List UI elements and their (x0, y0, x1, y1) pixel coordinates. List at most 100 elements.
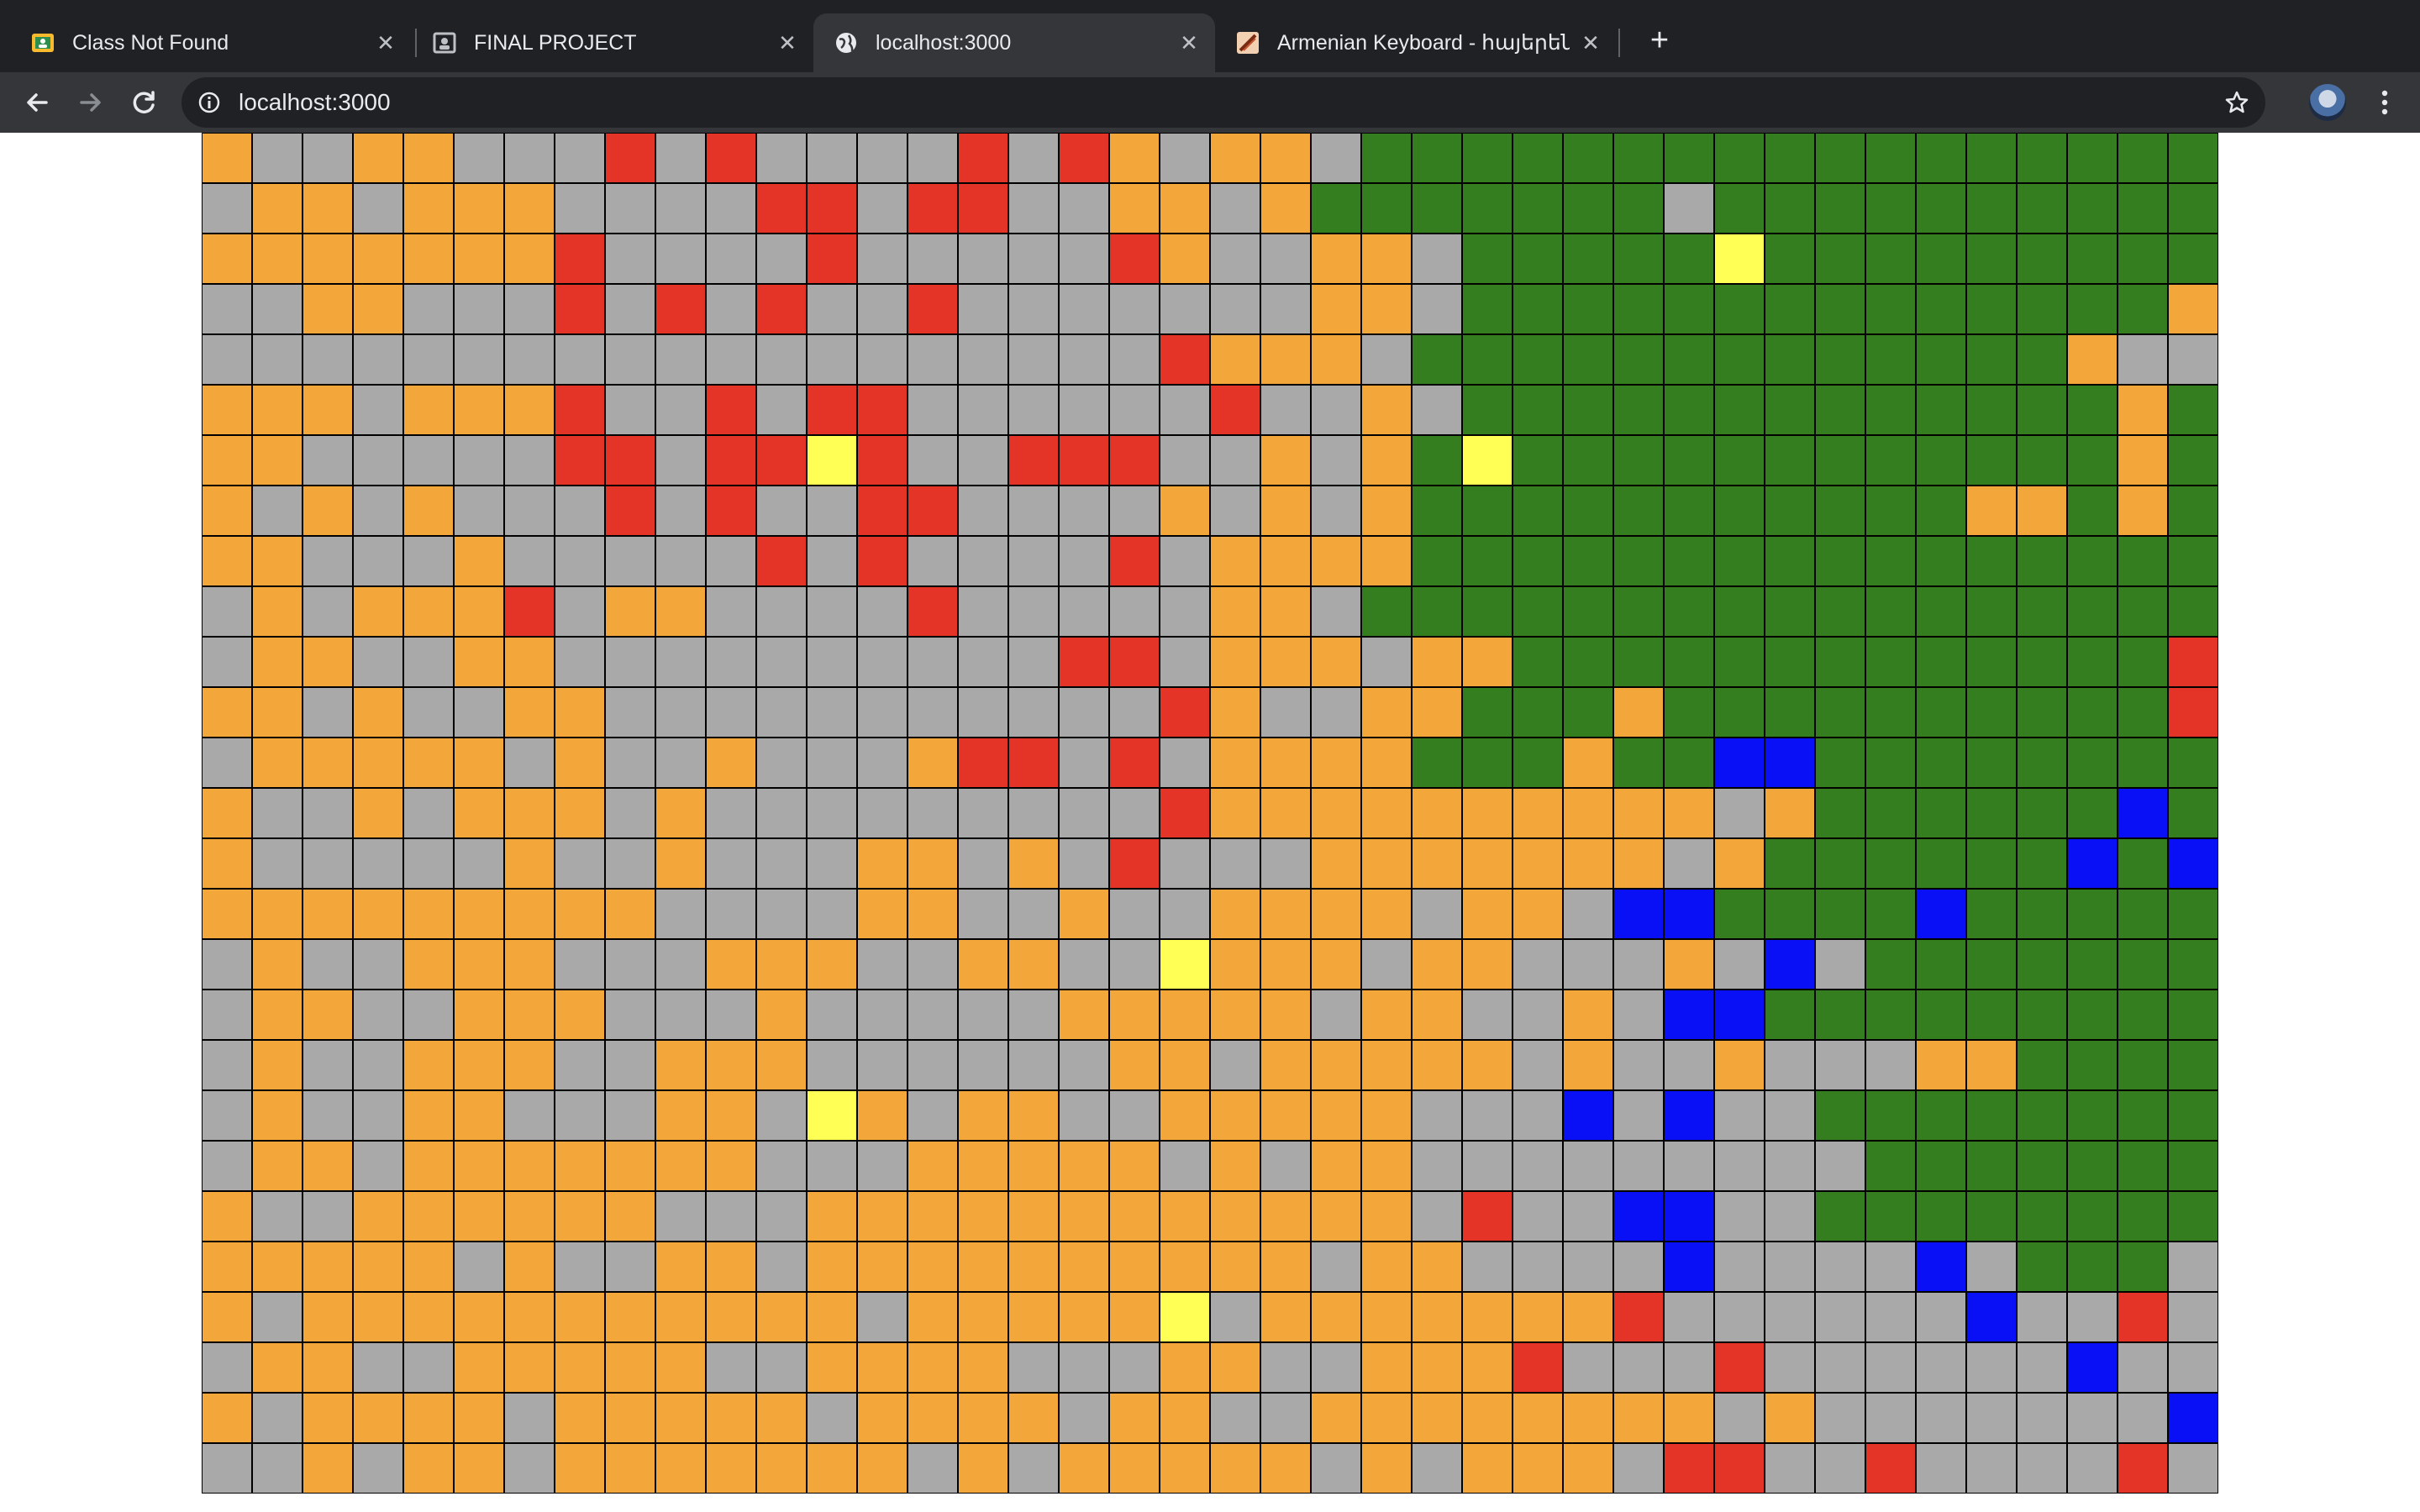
grid-cell-gray[interactable] (1160, 284, 1210, 334)
grid-cell-gray[interactable] (605, 788, 655, 838)
grid-cell-gray[interactable] (1462, 990, 1512, 1040)
grid-cell-orange[interactable] (807, 1242, 857, 1292)
grid-cell-gray[interactable] (1765, 1040, 1815, 1090)
grid-cell-gray[interactable] (1714, 1141, 1765, 1191)
grid-cell-red[interactable] (908, 183, 958, 234)
grid-cell-orange[interactable] (1966, 1040, 2017, 1090)
grid-cell-gray[interactable] (1865, 1393, 1916, 1443)
grid-cell-gray[interactable] (1664, 1141, 1714, 1191)
grid-cell-orange[interactable] (454, 183, 504, 234)
grid-cell-gray[interactable] (2168, 1292, 2218, 1342)
grid-cell-green[interactable] (2067, 486, 2118, 536)
grid-cell-red[interactable] (908, 586, 958, 637)
grid-cell-gray[interactable] (2118, 1393, 2168, 1443)
grid-cell-red[interactable] (857, 536, 908, 586)
grid-cell-gray[interactable] (252, 1292, 302, 1342)
grid-cell-green[interactable] (1865, 687, 1916, 738)
grid-cell-green[interactable] (1462, 385, 1512, 435)
grid-cell-orange[interactable] (1210, 1242, 1260, 1292)
grid-cell-green[interactable] (1916, 133, 1966, 183)
grid-cell-red[interactable] (807, 234, 857, 284)
grid-cell-green[interactable] (2017, 788, 2067, 838)
grid-cell-orange[interactable] (302, 1443, 353, 1494)
grid-cell-gray[interactable] (1109, 788, 1160, 838)
grid-cell-gray[interactable] (454, 435, 504, 486)
grid-cell-orange[interactable] (202, 486, 252, 536)
grid-cell-green[interactable] (1865, 1191, 1916, 1242)
grid-cell-gray[interactable] (1613, 1040, 1664, 1090)
grid-cell-gray[interactable] (1059, 1040, 1109, 1090)
grid-cell-orange[interactable] (1260, 889, 1311, 939)
grid-cell-green[interactable] (1765, 536, 1815, 586)
grid-cell-green[interactable] (1512, 234, 1563, 284)
grid-cell-gray[interactable] (1865, 1040, 1916, 1090)
grid-cell-gray[interactable] (958, 990, 1008, 1040)
grid-cell-gray[interactable] (756, 889, 807, 939)
grid-cell-orange[interactable] (857, 1342, 908, 1393)
grid-cell-orange[interactable] (454, 385, 504, 435)
grid-cell-orange[interactable] (504, 1040, 555, 1090)
grid-cell-gray[interactable] (403, 334, 454, 385)
grid-cell-orange[interactable] (202, 1191, 252, 1242)
grid-cell-green[interactable] (1462, 586, 1512, 637)
grid-cell-gray[interactable] (908, 1040, 958, 1090)
grid-cell-gray[interactable] (555, 939, 605, 990)
grid-cell-green[interactable] (2017, 586, 2067, 637)
grid-cell-green[interactable] (1815, 133, 1865, 183)
grid-cell-orange[interactable] (605, 1342, 655, 1393)
grid-cell-green[interactable] (2067, 990, 2118, 1040)
grid-cell-yellow[interactable] (1462, 435, 1512, 486)
grid-cell-orange[interactable] (202, 133, 252, 183)
grid-cell-gray[interactable] (1260, 1141, 1311, 1191)
grid-cell-red[interactable] (807, 183, 857, 234)
grid-cell-gray[interactable] (958, 788, 1008, 838)
grid-cell-green[interactable] (1865, 939, 1916, 990)
grid-cell-gray[interactable] (1966, 1242, 2017, 1292)
grid-cell-gray[interactable] (1210, 435, 1260, 486)
grid-cell-green[interactable] (2168, 234, 2218, 284)
grid-cell-green[interactable] (2017, 385, 2067, 435)
grid-cell-green[interactable] (1664, 536, 1714, 586)
grid-cell-green[interactable] (2017, 990, 2067, 1040)
close-tab-icon[interactable]: ✕ (373, 30, 398, 55)
grid-cell-green[interactable] (1714, 486, 1765, 536)
grid-cell-gray[interactable] (1008, 586, 1059, 637)
grid-cell-green[interactable] (1563, 183, 1613, 234)
grid-cell-gray[interactable] (857, 990, 908, 1040)
grid-cell-orange[interactable] (1462, 1040, 1512, 1090)
grid-cell-orange[interactable] (807, 939, 857, 990)
grid-cell-orange[interactable] (353, 1292, 403, 1342)
grid-cell-gray[interactable] (1160, 738, 1210, 788)
grid-cell-green[interactable] (2017, 284, 2067, 334)
grid-cell-green[interactable] (1916, 1191, 1966, 1242)
grid-cell-gray[interactable] (756, 788, 807, 838)
grid-cell-green[interactable] (1966, 637, 2017, 687)
grid-cell-gray[interactable] (2017, 1443, 2067, 1494)
grid-cell-green[interactable] (1412, 486, 1462, 536)
grid-cell-gray[interactable] (958, 838, 1008, 889)
grid-cell-green[interactable] (2168, 1040, 2218, 1090)
grid-cell-green[interactable] (1765, 385, 1815, 435)
grid-cell-gray[interactable] (1311, 435, 1361, 486)
grid-cell-red[interactable] (1664, 1443, 1714, 1494)
grid-cell-orange[interactable] (504, 838, 555, 889)
grid-cell-orange[interactable] (1714, 838, 1765, 889)
grid-cell-gray[interactable] (302, 334, 353, 385)
grid-cell-blue[interactable] (2168, 838, 2218, 889)
grid-cell-orange[interactable] (2118, 385, 2168, 435)
grid-cell-green[interactable] (1563, 385, 1613, 435)
grid-cell-gray[interactable] (1059, 1090, 1109, 1141)
grid-cell-orange[interactable] (1563, 1292, 1613, 1342)
grid-cell-gray[interactable] (655, 385, 706, 435)
grid-cell-gray[interactable] (1109, 486, 1160, 536)
grid-cell-orange[interactable] (202, 234, 252, 284)
grid-cell-red[interactable] (857, 385, 908, 435)
grid-cell-gray[interactable] (807, 838, 857, 889)
grid-cell-orange[interactable] (1361, 1040, 1412, 1090)
grid-cell-red[interactable] (756, 435, 807, 486)
grid-cell-gray[interactable] (2067, 1292, 2118, 1342)
grid-cell-gray[interactable] (1210, 234, 1260, 284)
grid-cell-gray[interactable] (1160, 133, 1210, 183)
profile-avatar[interactable] (2309, 84, 2346, 121)
grid-cell-orange[interactable] (1462, 1342, 1512, 1393)
